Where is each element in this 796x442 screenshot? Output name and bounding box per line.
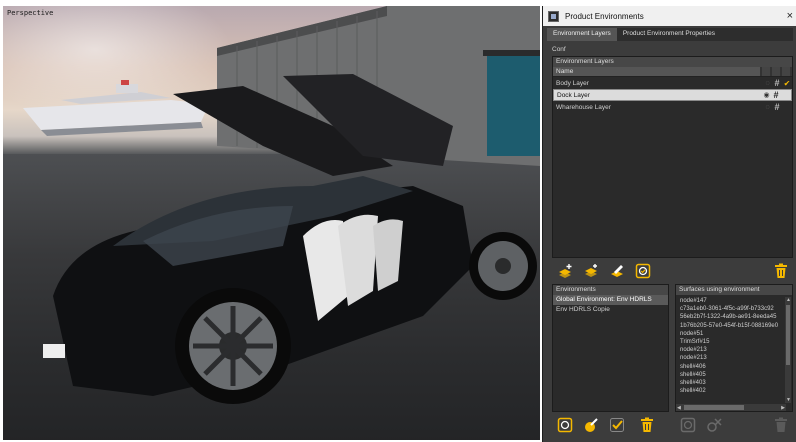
eye-open-icon[interactable]: ◉: [762, 91, 771, 99]
column-header-visibility[interactable]: [762, 67, 770, 76]
list-item[interactable]: Env HDRLS Copie: [553, 305, 668, 315]
list-item[interactable]: 56eb2b7f-1322-4a9b-ae91-8eeda45: [676, 313, 786, 321]
list-item[interactable]: shell#405: [676, 371, 786, 379]
edit-environment-icon[interactable]: [583, 417, 599, 433]
list-item[interactable]: 1b76b205-57e0-454f-b15f-088169e0: [676, 322, 786, 330]
list-item[interactable]: node#51: [676, 330, 786, 338]
list-item[interactable]: c73a1eb0-3061-4f5c-a99f-b733c92: [676, 305, 786, 313]
list-item[interactable]: shell#402: [676, 387, 786, 395]
layer-row-body[interactable]: Body Layer ◌ # ✔: [553, 77, 792, 89]
vertical-scrollbar[interactable]: ▲ ▼: [785, 297, 791, 403]
scroll-right-icon[interactable]: ▶: [781, 405, 785, 411]
product-environments-panel: Product Environments × Environment Layer…: [542, 6, 796, 442]
concept-car-model: [43, 74, 537, 404]
environments-list: Environments Global Environment: Env HDR…: [552, 284, 669, 412]
layer-toolbar: [557, 261, 793, 281]
tab-environment-layers[interactable]: Environment Layers: [547, 28, 617, 41]
column-header-lock[interactable]: [772, 67, 780, 76]
list-item[interactable]: node#213: [676, 354, 786, 362]
layers-header: Environment Layers: [553, 57, 792, 67]
scrollbar-thumb[interactable]: [684, 405, 744, 410]
remove-surfaces-icon[interactable]: [706, 417, 722, 433]
confirm-icon[interactable]: [609, 417, 625, 433]
tab-product-environment-properties[interactable]: Product Environment Properties: [616, 28, 721, 41]
list-item[interactable]: node#213: [676, 346, 786, 354]
layer-row-dock[interactable]: Dock Layer ◉ #: [553, 89, 792, 101]
environments-header: Environments: [553, 285, 668, 295]
environment-layers-list: Environment Layers Name Body Layer ◌ # ✔…: [552, 56, 793, 258]
layer-name: Body Layer: [556, 79, 589, 87]
layer-name: Wharehouse Layer: [556, 103, 611, 111]
app-icon: [548, 10, 559, 22]
delete-layer-icon[interactable]: [773, 263, 789, 279]
hash-icon[interactable]: #: [771, 90, 781, 100]
horizontal-scrollbar[interactable]: ◀ ▶: [676, 404, 786, 411]
panel-titlebar: Product Environments ×: [543, 6, 796, 26]
layer-name: Dock Layer: [557, 91, 590, 99]
hash-icon[interactable]: #: [772, 102, 782, 112]
list-item[interactable]: shell#406: [676, 363, 786, 371]
name-column-header[interactable]: Name: [553, 67, 760, 76]
layer-row-wharehouse[interactable]: Wharehouse Layer ◌ #: [553, 101, 792, 113]
viewport-label: Perspective: [7, 9, 54, 17]
panel-tabs: Environment Layers Product Environment P…: [547, 28, 793, 41]
hash-icon[interactable]: #: [772, 78, 782, 88]
surfaces-list: Surfaces using environment node#147 c73a…: [675, 284, 793, 412]
delete-environment-icon[interactable]: [639, 417, 655, 433]
scrollbar-thumb[interactable]: [786, 305, 790, 365]
scroll-down-icon[interactable]: ▼: [786, 397, 791, 403]
delete-surfaces-icon[interactable]: [773, 417, 789, 433]
list-item[interactable]: Global Environment: Env HDRLS: [553, 295, 668, 305]
list-item[interactable]: node#147: [676, 297, 786, 305]
list-item[interactable]: shell#403: [676, 379, 786, 387]
surfaces-items: node#147 c73a1eb0-3061-4f5c-a99f-b733c92…: [676, 297, 786, 401]
scroll-up-icon[interactable]: ▲: [786, 297, 791, 303]
edit-layer-icon[interactable]: [609, 263, 625, 279]
close-icon[interactable]: ×: [787, 10, 793, 22]
panel-title: Product Environments: [565, 11, 644, 21]
checkmark-icon[interactable]: ✔: [782, 79, 792, 88]
add-layer-alt-icon[interactable]: [583, 263, 599, 279]
select-surfaces-icon[interactable]: [680, 417, 696, 433]
surfaces-header: Surfaces using environment: [676, 285, 792, 295]
environment-toolbar: [557, 416, 669, 434]
apply-layer-icon[interactable]: [635, 263, 651, 279]
add-layer-icon[interactable]: [557, 263, 573, 279]
column-header-active[interactable]: [782, 67, 790, 76]
surfaces-toolbar: [680, 416, 793, 434]
conf-label: Conf: [552, 46, 566, 53]
scroll-left-icon[interactable]: ◀: [677, 405, 681, 411]
layers-column-header: Name: [553, 67, 792, 77]
apply-environment-icon[interactable]: [557, 417, 573, 433]
eye-closed-icon[interactable]: ◌: [763, 80, 772, 87]
eye-closed-icon[interactable]: ◌: [763, 104, 772, 111]
3d-viewport[interactable]: Perspective: [3, 6, 540, 440]
list-item[interactable]: TrimSrf#15: [676, 338, 786, 346]
